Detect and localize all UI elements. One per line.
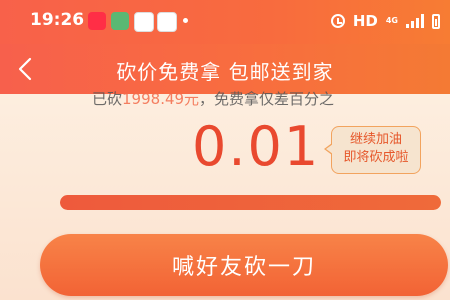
encouragement-bubble: 继续加油 即将砍成啦 bbox=[324, 126, 421, 174]
more-notifications-icon bbox=[183, 18, 188, 23]
page-title: 砍价免费拿 包邮送到家 bbox=[116, 60, 334, 84]
hd-label: HD bbox=[352, 12, 378, 30]
nav-bar: 砍价免费拿 包邮送到家 bbox=[0, 44, 450, 94]
battery-icon bbox=[432, 13, 440, 29]
progress-prefix: 已砍 bbox=[92, 90, 123, 108]
signal-icon bbox=[406, 14, 424, 28]
notification-news-icon bbox=[134, 12, 154, 32]
status-bar: 19:26 HD 4G bbox=[0, 0, 450, 44]
notification-app-icon bbox=[88, 12, 106, 30]
progress-suffix: ，免费拿仅差百分之 bbox=[199, 90, 335, 108]
network-type: 4G bbox=[385, 16, 398, 25]
remaining-percentage: 0.01 bbox=[192, 115, 321, 178]
status-time: 19:26 bbox=[30, 10, 85, 30]
bargain-progress-bar bbox=[60, 195, 441, 210]
bargain-progress-fill bbox=[60, 195, 441, 210]
bubble-line-2: 即将砍成啦 bbox=[343, 150, 409, 165]
progress-info: 已砍1998.49元，免费拿仅差百分之 bbox=[92, 88, 334, 109]
alarm-icon bbox=[330, 14, 345, 28]
notification-store-icon bbox=[157, 12, 177, 32]
bubble-line-1: 继续加油 bbox=[349, 132, 402, 147]
notification-chat-icon bbox=[111, 12, 129, 30]
bargain-panel: 已砍1998.49元，免费拿仅差百分之 0.01 继续加油 即将砍成啦 喊好友砍… bbox=[0, 90, 450, 300]
invite-friend-button[interactable]: 喊好友砍一刀 bbox=[40, 234, 448, 296]
status-indicators: HD 4G bbox=[330, 12, 440, 30]
cut-amount: 1998.49元 bbox=[122, 90, 200, 108]
